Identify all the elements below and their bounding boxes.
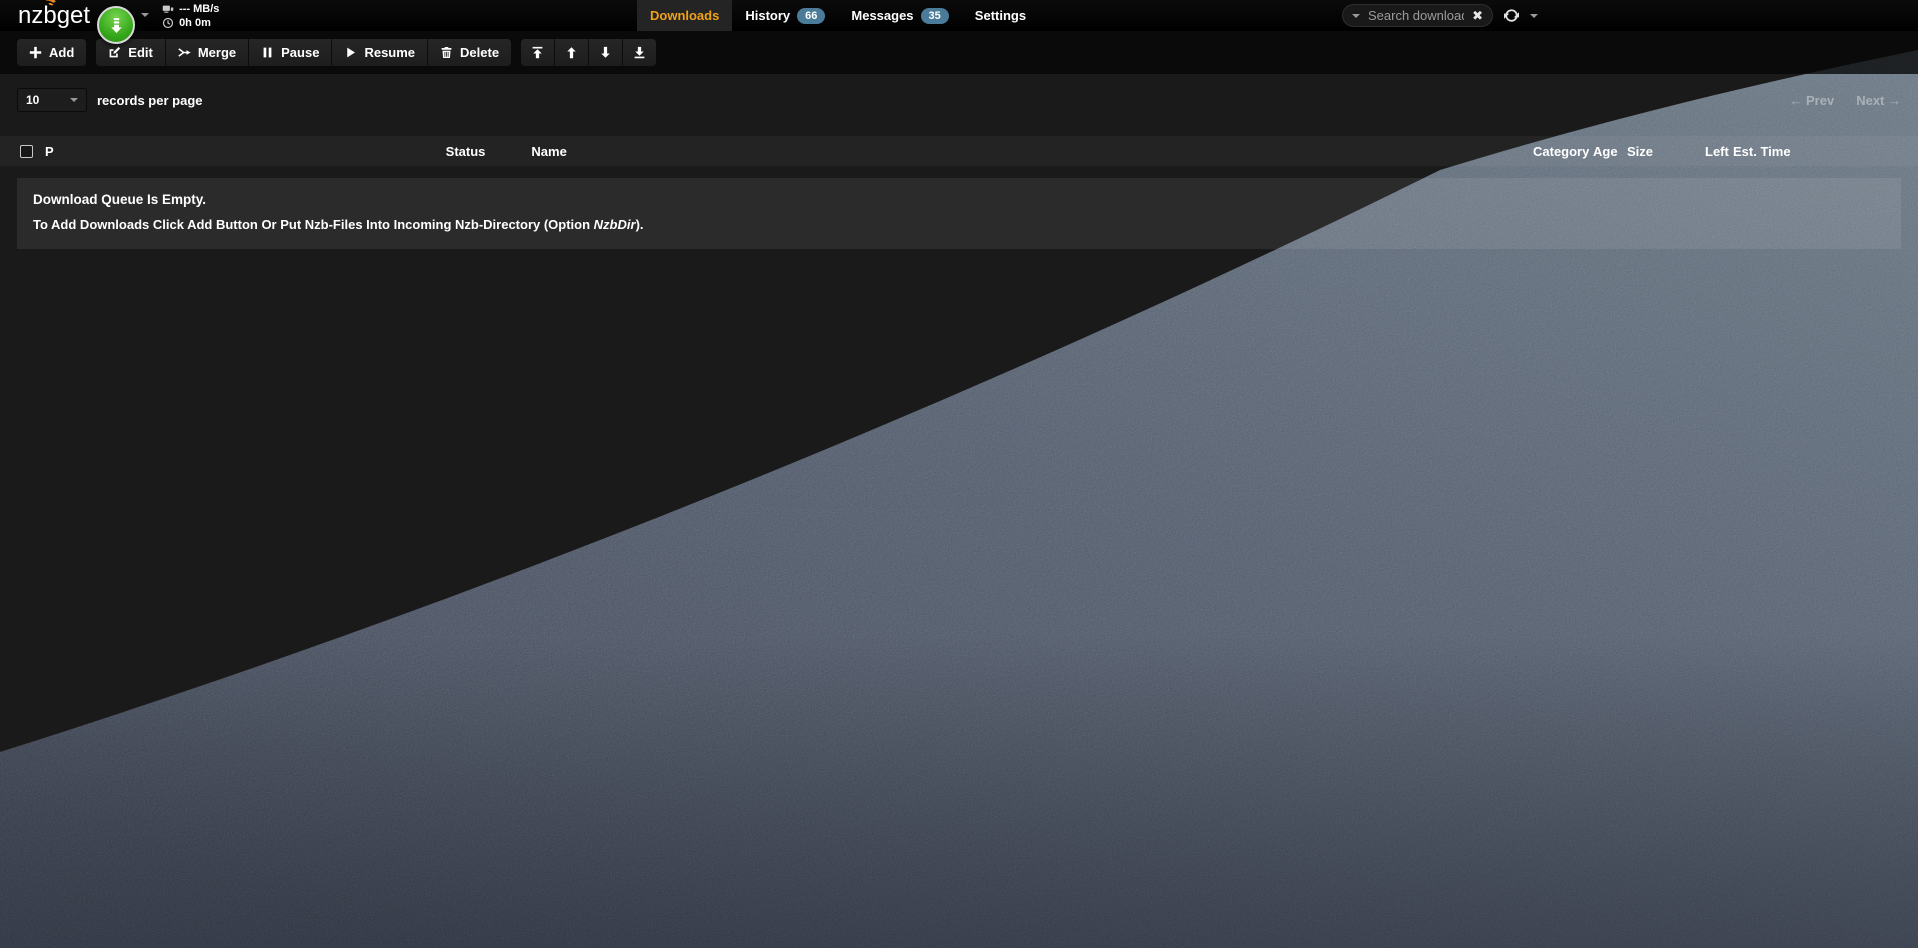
status-summary: --- MB/s 0h 0m xyxy=(162,3,219,29)
messages-count-badge: 35 xyxy=(921,8,949,24)
next-page-link[interactable]: Next → xyxy=(1856,93,1901,108)
merge-button-label: Merge xyxy=(198,45,236,60)
tab-downloads[interactable]: Downloads xyxy=(637,0,732,31)
move-down-button[interactable] xyxy=(589,39,622,66)
queue-table-header: P Status Name Category Age Size Left Est… xyxy=(0,136,1918,166)
pagination-row: 10 records per page ← Prev Next → xyxy=(17,88,1901,112)
empty-queue-message: Download Queue Is Empty. To Add Download… xyxy=(17,178,1901,249)
prev-page-link[interactable]: ← Prev xyxy=(1789,93,1834,108)
hint-text-before: To Add Downloads Click Add Button Or Put… xyxy=(33,217,594,232)
time-remaining-value: 0h 0m xyxy=(179,17,211,29)
refresh-icon[interactable] xyxy=(1504,8,1519,23)
search-area: ✖ xyxy=(1342,0,1538,31)
column-header-name: Name xyxy=(531,144,566,159)
column-header-category: Category xyxy=(1533,144,1593,159)
tab-messages[interactable]: Messages 35 xyxy=(838,0,961,31)
column-header-est-time: Est. Time xyxy=(1733,144,1801,159)
search-options-caret-icon[interactable] xyxy=(1352,14,1360,18)
pause-icon xyxy=(261,46,274,59)
select-all-checkbox[interactable] xyxy=(20,145,33,158)
download-play-button[interactable] xyxy=(97,6,135,44)
clear-search-icon[interactable]: ✖ xyxy=(1472,9,1483,22)
empty-queue-hint: To Add Downloads Click Add Button Or Put… xyxy=(33,217,1885,232)
tab-settings[interactable]: Settings xyxy=(962,0,1039,31)
hint-text-after: ). xyxy=(636,217,644,232)
search-input[interactable] xyxy=(1366,7,1466,24)
merge-icon xyxy=(178,46,191,59)
arrow-to-top-icon xyxy=(531,46,544,59)
plus-icon xyxy=(29,46,42,59)
edit-icon xyxy=(108,46,121,59)
resume-button[interactable]: Resume xyxy=(332,39,427,66)
speed-value: --- MB/s xyxy=(179,3,219,15)
tab-history-label: History xyxy=(745,8,790,23)
refresh-options-caret-icon[interactable] xyxy=(1530,14,1538,18)
speed-icon xyxy=(162,3,174,15)
arrow-to-bottom-icon xyxy=(633,46,646,59)
download-arrow-icon xyxy=(109,17,124,34)
arrow-up-icon xyxy=(565,46,578,59)
main-nav: Downloads History 66 Messages 35 Setting… xyxy=(637,0,1039,31)
records-per-page-value: 10 xyxy=(26,93,39,107)
column-header-age: Age xyxy=(1593,144,1627,159)
delete-button[interactable]: Delete xyxy=(428,39,511,66)
arrow-down-icon xyxy=(599,46,612,59)
edit-button-group: Edit Merge Pause Resume xyxy=(96,39,511,66)
tab-settings-label: Settings xyxy=(975,8,1026,23)
edit-button[interactable]: Edit xyxy=(96,39,165,66)
move-button-group xyxy=(521,39,656,66)
play-menu-caret-icon[interactable] xyxy=(141,13,149,17)
app-logo[interactable]: nzbget xyxy=(18,0,90,31)
pause-button[interactable]: Pause xyxy=(249,39,331,66)
move-to-top-button[interactable] xyxy=(521,39,554,66)
add-button[interactable]: Add xyxy=(17,39,86,66)
records-per-page-select[interactable]: 10 xyxy=(17,88,87,112)
column-header-priority: P xyxy=(45,144,54,159)
clock-icon xyxy=(162,17,174,29)
empty-queue-title: Download Queue Is Empty. xyxy=(33,192,1885,207)
column-header-left: Left xyxy=(1705,144,1733,159)
pager: ← Prev Next → xyxy=(1789,93,1901,108)
tab-downloads-label: Downloads xyxy=(650,8,719,23)
queue-toolbar: Add Edit Merge Pause xyxy=(0,31,1918,74)
move-up-button[interactable] xyxy=(555,39,588,66)
resume-button-label: Resume xyxy=(364,45,415,60)
records-per-page-label: records per page xyxy=(97,93,203,108)
top-navbar: nzbget --- MB/s 0h 0m xyxy=(0,0,1918,31)
edit-button-label: Edit xyxy=(128,45,153,60)
play-icon xyxy=(344,46,357,59)
logo-text: nzbget xyxy=(18,0,90,31)
tab-history[interactable]: History 66 xyxy=(732,0,838,31)
trash-icon xyxy=(440,46,453,59)
search-box: ✖ xyxy=(1342,4,1493,27)
add-button-group: Add xyxy=(17,39,86,66)
tab-messages-label: Messages xyxy=(851,8,913,23)
delete-button-label: Delete xyxy=(460,45,499,60)
pause-button-label: Pause xyxy=(281,45,319,60)
merge-button[interactable]: Merge xyxy=(166,39,248,66)
move-to-bottom-button[interactable] xyxy=(623,39,656,66)
hint-option-name: NzbDir xyxy=(594,217,636,232)
column-header-status: Status xyxy=(446,144,486,159)
column-header-size: Size xyxy=(1627,144,1705,159)
select-caret-icon xyxy=(70,98,78,102)
history-count-badge: 66 xyxy=(797,8,825,24)
add-button-label: Add xyxy=(49,45,74,60)
